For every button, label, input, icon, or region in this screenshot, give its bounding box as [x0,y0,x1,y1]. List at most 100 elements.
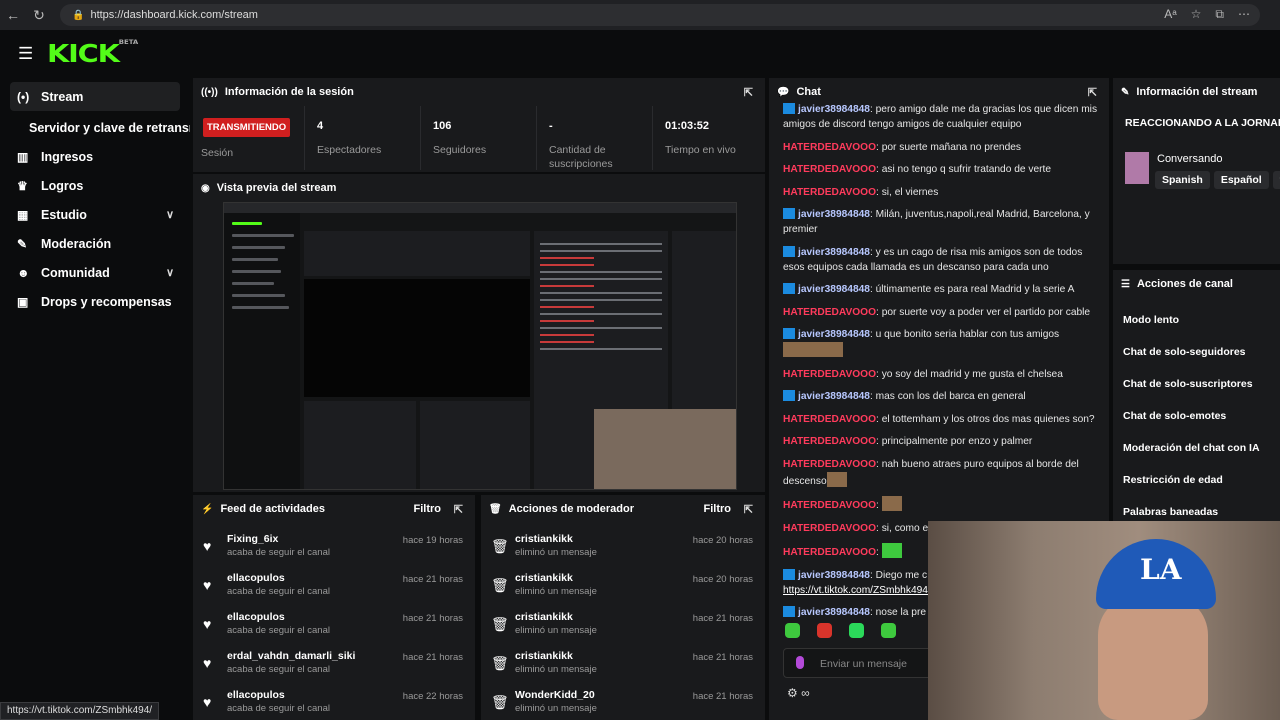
activity-feed-panel: ⚡ Feed de actividades Filtro ⇱ ♥ Fixing_6ix a… [193,495,475,720]
toggle-subscribers-only[interactable]: Chat de solo-suscriptores [1113,368,1280,400]
list-item: ♥ Fixing_6ix acaba de seguir el canal hace … [203,533,463,558]
emote-icon[interactable] [817,623,832,638]
channel-actions-panel: ☰ Acciones de canal Modo lento Chat de so… [1113,270,1280,522]
subs-count: - [549,120,553,132]
url-text: https://dashboard.kick.com/stream [90,9,258,21]
webcam-thumbnail [594,409,736,489]
tags: SpanishEspañolfu [1155,170,1280,189]
panel-header: ((•)) Información de la sesión ⇱ [201,86,753,99]
kick-logo[interactable]: KICKBETA [47,39,138,68]
chat-message: HATERDEDAVOOO: nah bueno atraes puro equ… [783,458,1079,487]
chat-input[interactable]: Enviar un mensaje [783,648,933,678]
chat-message: HATERDEDAVOOO: el tottemham y los otros … [783,413,1095,425]
top-bar: ☰ KICKBETA [0,30,1280,76]
stream-title: REACCIONANDO A LA JORNADA FUTBOLERA Y HA… [1125,117,1280,129]
lock-icon: 🔒 [72,9,85,21]
chart-icon: ▥ [17,149,29,164]
trash-icon: 🗑 [489,503,502,515]
followers-count: 106 [433,120,452,132]
wrench-icon: ✎ [17,236,28,251]
sidebar-item-drops[interactable]: ▣ Drops y recompensas [0,287,190,316]
popout-icon[interactable]: ⇱ [744,503,753,516]
address-bar[interactable]: 🔒 https://dashboard.kick.com/stream Aᵃ ☆… [60,4,1260,26]
mod-filter-button[interactable]: Filtro [704,503,732,515]
bolt-icon: ⚡ [201,503,214,515]
sidebar-item-estudio[interactable]: ▦ Estudio ∨ [0,200,190,229]
sidebar-item-logros[interactable]: ♛ Logros [0,171,190,200]
chat-message: javier38984848: y es un cago de risa mis… [783,245,1083,273]
emote-icon [826,471,847,487]
toggle-ai-moderation[interactable]: Moderación del chat con IA [1113,432,1280,464]
trash-icon: 🗑 [491,616,509,632]
favorite-icon[interactable]: ☆ [1191,7,1202,22]
mod-actions-panel: 🗑 Acciones de moderador Filtro ⇱ 🗑 cristiank… [481,495,765,720]
pencil-icon: ✎ [1121,86,1130,98]
list-item: 🗑 cristiankikk eliminó un mensaje hace 20 h… [491,533,753,558]
panel-header: ☰ Acciones de canal [1121,278,1233,290]
read-aloud-icon[interactable]: Aᵃ [1164,7,1176,22]
popout-icon[interactable]: ⇱ [744,86,753,99]
sidebar-item-moderacion[interactable]: ✎ Moderación [0,229,190,258]
list-item: ♥ ellacopulos acaba de seguir el canal hace… [203,572,463,597]
emote-icon[interactable] [849,623,864,638]
chat-message: HATERDEDAVOOO: por suerte mañana no pren… [783,141,1022,153]
list-icon: ☰ [1121,278,1130,290]
eye-icon: ◉ [201,182,210,194]
emote-icon [783,342,803,357]
stream-preview-video[interactable] [223,202,737,490]
chat-message: HATERDEDAVOOO: si, el viernes [783,186,939,198]
chat-message: HATERDEDAVOOO: asi no tengo q sufrir tra… [783,164,1052,175]
panel-header: ✎ Información del stream [1121,86,1258,98]
list-item: ♥ erdal_vahdn_damarli_siki acaba de seguir… [203,650,463,675]
heart-icon: ♥ [203,538,212,554]
toggle-emotes-only[interactable]: Chat de solo-emotes [1113,400,1280,432]
emote-icon [881,496,902,511]
chat-message: HATERDEDAVOOO: [783,496,1101,513]
emote-icon [881,543,902,558]
studio-icon: ▦ [17,207,29,222]
trophy-icon: ♛ [17,178,28,193]
chat-message: HATERDEDAVOOO: principalmente por enzo y… [783,436,1033,447]
list-item: 🗑 cristiankikk eliminó un mensaje hace 21 h… [491,611,753,636]
emote-icon [803,342,823,357]
mic-icon[interactable] [796,656,804,669]
chat-link[interactable]: https://vt.tiktok.com/ZSmbhk494 [783,585,928,596]
panel-header: ◉ Vista previa del stream [201,182,337,194]
banned-words-button[interactable]: Palabras baneadas [1113,496,1280,522]
menu-icon[interactable]: ⋯ [1238,7,1250,22]
session-info-panel: ((•)) Información de la sesión ⇱ TRANSMITI… [193,78,765,172]
chevron-down-icon: ∨ [165,267,174,279]
chevron-down-icon: ∨ [165,209,174,221]
sidebar-item-comunidad[interactable]: ☻ Comunidad ∨ [0,258,190,287]
feed-filter-button[interactable]: Filtro [414,503,442,515]
webcam-overlay: LA [928,521,1280,720]
streamer-face [1098,595,1208,720]
stream-info-panel: ✎ Información del stream REACCIONANDO A L… [1113,78,1280,264]
back-icon[interactable]: ← [0,7,26,23]
signal-icon: ((•)) [201,86,218,98]
emote-icon[interactable] [881,623,896,638]
chat-settings-icon[interactable]: ⚙ ∞ [787,686,810,700]
status-url: https://vt.tiktok.com/ZSmbhk494/ [0,702,160,720]
sidebar-item-stream[interactable]: (•) Stream [10,82,180,111]
toggle-slow-mode[interactable]: Modo lento [1113,304,1280,336]
viewers-count: 4 [317,120,324,132]
panel-header: 🗑 Acciones de moderador Filtro ⇱ [489,503,753,516]
toggle-age-restriction[interactable]: Restricción de edad [1113,464,1280,496]
sidebar-item-ingresos[interactable]: ▥ Ingresos [0,142,190,171]
hamburger-menu-icon[interactable]: ☰ [18,44,33,64]
trash-icon: 🗑 [491,577,509,593]
reload-icon[interactable]: ↻ [26,7,52,24]
popout-icon[interactable]: ⇱ [1088,86,1097,99]
toggle-followers-only[interactable]: Chat de solo-seguidores [1113,336,1280,368]
extensions-icon[interactable]: ⧉ [1215,7,1224,22]
emote-icon[interactable] [785,623,800,638]
browser-toolbar: ← ↻ 🔒 https://dashboard.kick.com/stream … [0,0,1280,30]
chat-message: javier38984848: pero amigo dale me da gr… [783,103,1098,130]
popout-icon[interactable]: ⇱ [454,503,463,516]
trash-icon: 🗑 [491,538,509,554]
chat-message: javier38984848: Milán, juventus,napoli,r… [783,208,1090,235]
sidebar-item-server-key[interactable]: Servidor y clave de retransmisión [0,113,190,142]
quick-emotes [785,623,896,638]
community-icon: ☻ [17,265,30,280]
